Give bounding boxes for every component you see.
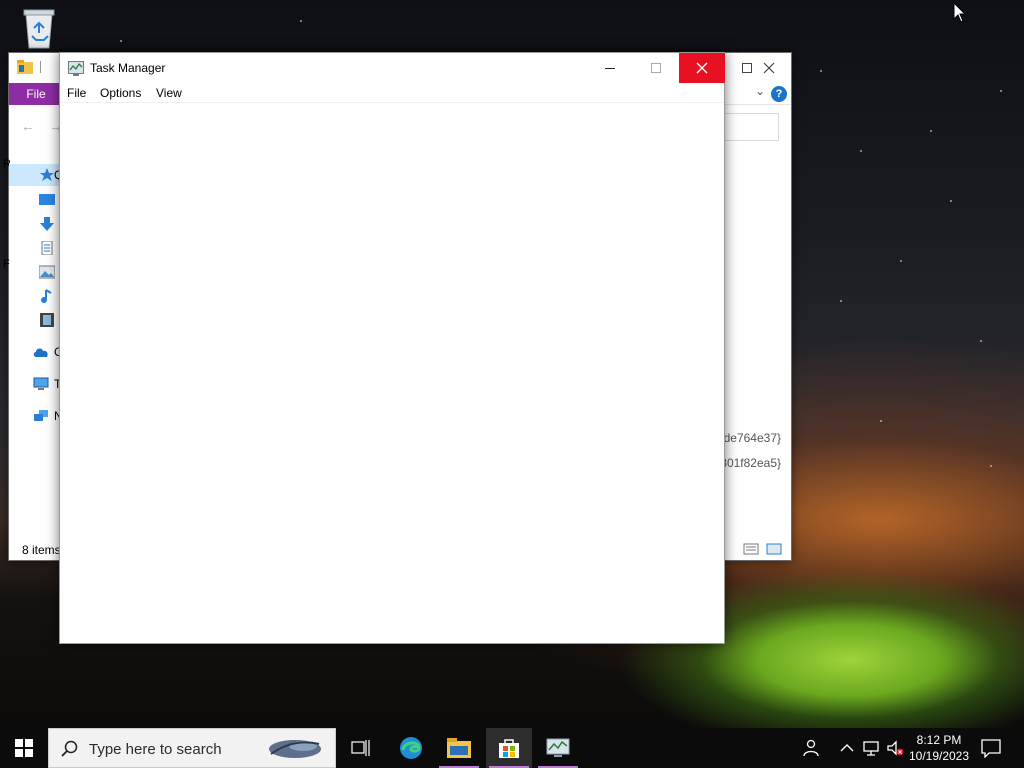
recycle-bin-icon[interactable] <box>18 6 60 50</box>
maximize-icon <box>651 63 661 73</box>
clock-date: 10/19/2023 <box>908 749 970 763</box>
titlebar-separator <box>40 61 41 73</box>
people-icon[interactable] <box>802 739 820 757</box>
details-view-icon[interactable] <box>743 543 759 555</box>
system-clock[interactable]: 8:12 PM 10/19/2023 <box>906 732 972 764</box>
task-view-icon <box>351 740 370 756</box>
windows-logo-icon <box>15 739 33 757</box>
large-icons-view-icon[interactable] <box>766 543 782 555</box>
task-manager-icon <box>68 61 84 76</box>
minimize-icon <box>605 68 615 69</box>
maximize-button[interactable] <box>633 53 679 83</box>
network-icon <box>34 410 48 421</box>
close-icon <box>696 62 708 74</box>
store-bag-icon <box>499 739 519 758</box>
close-button[interactable] <box>679 53 725 83</box>
document-icon <box>41 241 53 255</box>
window-title: Task Manager <box>90 61 166 75</box>
clock-time: 8:12 PM <box>916 733 962 747</box>
task-manager-icon <box>546 738 570 757</box>
folder-icon <box>17 60 33 74</box>
task-manager-taskbar-button[interactable] <box>535 728 581 768</box>
edge-browser-icon <box>400 737 422 759</box>
task-manager-window[interactable]: Task Manager File Options View <box>59 52 725 644</box>
explorer-close-button[interactable] <box>746 53 792 83</box>
film-icon <box>40 313 54 327</box>
music-note-icon <box>41 289 52 303</box>
list-item[interactable]: 801f82ea5} <box>720 456 781 470</box>
file-explorer-taskbar-button[interactable] <box>436 728 482 768</box>
menu-bar: File Options View <box>60 83 724 103</box>
back-arrow-icon[interactable]: ← <box>21 118 35 134</box>
start-button[interactable] <box>0 728 48 768</box>
desktop-folder-icon <box>39 194 55 205</box>
show-hidden-icons-chevron-icon[interactable] <box>838 739 856 757</box>
mouse-cursor-icon <box>953 2 967 23</box>
minimize-button[interactable] <box>587 53 633 83</box>
status-item-count: 8 items <box>22 543 61 557</box>
search-highlight-illustration-icon <box>269 740 321 758</box>
edge-taskbar-button[interactable] <box>388 728 434 768</box>
volume-muted-icon[interactable] <box>886 739 904 757</box>
close-icon <box>763 62 775 74</box>
list-item[interactable]: dde764e37} <box>717 431 781 445</box>
microsoft-store-taskbar-button[interactable] <box>486 728 532 768</box>
folder-icon <box>447 738 471 758</box>
ribbon-file-tab[interactable]: File <box>9 83 63 105</box>
pictures-icon <box>39 265 55 279</box>
ribbon-expand-chevron-icon[interactable]: ⌄ <box>755 84 765 98</box>
notification-center-icon[interactable] <box>980 738 1002 758</box>
cloud-icon <box>33 348 48 357</box>
task-manager-titlebar[interactable]: Task Manager <box>60 53 725 83</box>
view-toggle-group <box>743 542 783 556</box>
search-icon <box>61 740 78 757</box>
menu-file[interactable]: File <box>67 86 86 100</box>
network-status-icon[interactable] <box>862 739 880 757</box>
task-view-button[interactable] <box>338 728 384 768</box>
search-placeholder: Type here to search <box>89 741 222 758</box>
taskbar: Type here to search 8:12 PM 10/19/2023 <box>0 728 1024 768</box>
menu-view[interactable]: View <box>156 86 182 100</box>
help-icon[interactable]: ? <box>771 86 787 102</box>
taskbar-search-box[interactable]: Type here to search <box>48 728 336 768</box>
computer-icon <box>33 377 49 390</box>
menu-options[interactable]: Options <box>100 86 141 100</box>
download-arrow-icon <box>40 217 54 231</box>
star-icon <box>40 168 54 181</box>
